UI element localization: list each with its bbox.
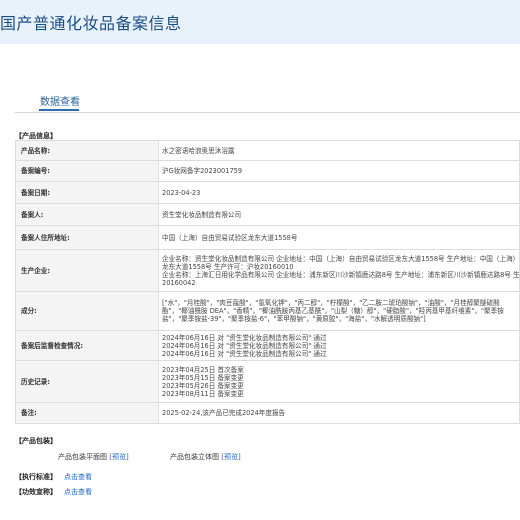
inspection-line: 2024年06月16日 对 "资生堂化妆品制造有限公司" 通过 xyxy=(162,349,327,358)
packaging-flat-item: 产品包装平面图 [预览] xyxy=(58,452,129,462)
history-line: 2023年08月11日 备案变更 xyxy=(162,389,244,398)
section-standard-title: 【执行标准】 xyxy=(15,473,57,481)
section-efficacy-title: 【功效宣称】 xyxy=(15,488,57,496)
ingredients-value: ["水"，"月桂酸"，"肉豆蔻酸"，"氢氧化钾"，"丙二醇"，"柠檬酸"，"乙二… xyxy=(158,291,520,331)
table-row: 成分: ["水"，"月桂酸"，"肉豆蔻酸"，"氢氧化钾"，"丙二醇"，"柠檬酸"… xyxy=(15,291,520,331)
ingredients-line: 盐"，"聚季铵盐-39"，"聚季铵盐-6"，"苯甲酸钠"，"黄原胶"，"海盐"，… xyxy=(162,315,426,323)
table-row: 备注: 2025-02-24,该产品已完成2024年度报告 xyxy=(15,402,520,424)
packaging-flat-preview-link[interactable]: [预览] xyxy=(109,453,128,461)
inspection-value: 2024年06月16日 对 "资生堂化妆品制造有限公司" 通过 2024年06月… xyxy=(158,330,520,361)
section-packaging-title: 【产品包装】 xyxy=(15,437,57,445)
table-row: 备案日期: 2023-04-23 xyxy=(15,181,520,204)
inspection-line: 2024年06月16日 对 "资生堂化妆品制造有限公司" 通过 xyxy=(162,341,327,350)
row-label: 备案人: xyxy=(15,203,159,226)
efficacy-view-link[interactable]: 点击查看 xyxy=(64,487,92,497)
table-row: 历史记录: 2023年04月25日 首次备案 2023年05月15日 备案变更 … xyxy=(15,360,520,403)
ingredients-line: 酯"，"椰油酰胺 DEA"，"香精"，"椰油酰胺丙基乙基酰"，"山梨（糖）醇"，… xyxy=(162,307,504,315)
row-label: 备案编号: xyxy=(15,160,159,182)
table-row: 备案人: 资生堂化妆品制造有限公司 xyxy=(15,203,520,226)
standard-view-link[interactable]: 点击查看 xyxy=(64,472,92,482)
row-label: 备案后监督检查情况: xyxy=(15,330,159,361)
row-label: 产品名称: xyxy=(15,140,159,161)
inspection-line: 2024年06月16日 对 "资生堂化妆品制造有限公司" 通过 xyxy=(162,333,327,342)
row-label: 备案人住所地址: xyxy=(15,225,159,250)
filing-date-value: 2023-04-23 xyxy=(158,181,520,204)
packaging-solid-label: 产品包装立体图 xyxy=(170,453,219,461)
table-row: 备案后监督检查情况: 2024年06月16日 对 "资生堂化妆品制造有限公司" … xyxy=(15,330,520,361)
history-line: 2023年05月15日 备案变更 xyxy=(162,373,244,382)
row-label: 备案日期: xyxy=(15,181,159,204)
tab-bar: 数据查看 xyxy=(15,89,520,113)
manufacturer-line: 龙东大道1558号 生产许可：沪妆20160010 xyxy=(162,262,294,271)
history-line: 2023年04月25日 首次备案 xyxy=(162,365,244,374)
remarks-value: 2025-02-24,该产品已完成2024年度报告 xyxy=(158,402,520,424)
row-label: 历史记录: xyxy=(15,360,159,403)
tab-data-view[interactable]: 数据查看 xyxy=(40,93,80,108)
page-header: 国产普通化妆品备案信息 xyxy=(0,0,520,44)
packaging-solid-preview-link[interactable]: [预览] xyxy=(221,453,240,461)
row-label: 生产企业: xyxy=(15,249,159,292)
table-row: 备案人住所地址: 中国（上海）自由贸易试验区龙东大道1558号 xyxy=(15,225,520,250)
ingredients-line: ["水"，"月桂酸"，"肉豆蔻酸"，"氢氧化钾"，"丙二醇"，"柠檬酸"，"乙二… xyxy=(162,299,500,307)
filing-number-value: 沪G妆网备字2023001759 xyxy=(158,160,520,182)
history-value: 2023年04月25日 首次备案 2023年05月15日 备案变更 2023年0… xyxy=(158,360,520,403)
packaging-solid-item: 产品包装立体图 [预览] xyxy=(170,452,241,462)
product-info-table: 产品名称: 水之密语哈浪奥思沐浴露 备案编号: 沪G妆网备字2023001759… xyxy=(15,140,520,424)
product-name-value: 水之密语哈浪奥思沐浴露 xyxy=(158,140,520,161)
table-row: 产品名称: 水之密语哈浪奥思沐浴露 xyxy=(15,140,520,161)
table-row: 生产企业: 企业名称：资生堂化妆品制造有限公司 企业地址：中国（上海）自由贸易试… xyxy=(15,249,520,292)
tab-active-indicator xyxy=(39,109,79,111)
filer-address-value: 中国（上海）自由贸易试验区龙东大道1558号 xyxy=(158,225,520,250)
manufacturer-line: 企业名称：资生堂化妆品制造有限公司 企业地址：中国（上海）自由贸易试验区龙东大道… xyxy=(162,254,520,263)
table-row: 备案编号: 沪G妆网备字2023001759 xyxy=(15,160,520,182)
manufacturer-line: 20160042 xyxy=(162,278,196,287)
manufacturer-value: 企业名称：资生堂化妆品制造有限公司 企业地址：中国（上海）自由贸易试验区龙东大道… xyxy=(158,249,520,292)
packaging-flat-label: 产品包装平面图 xyxy=(58,453,107,461)
row-label: 备注: xyxy=(15,402,159,424)
row-label: 成分: xyxy=(15,291,159,331)
manufacturer-line: 企业名称：上海汇日用化学品有限公司 企业地址：浦东新区川沙新镇鹿达路8号 生产地… xyxy=(162,270,520,279)
history-line: 2023年05月26日 备案变更 xyxy=(162,381,244,390)
page-title: 国产普通化妆品备案信息 xyxy=(0,14,182,33)
filer-value: 资生堂化妆品制造有限公司 xyxy=(158,203,520,226)
